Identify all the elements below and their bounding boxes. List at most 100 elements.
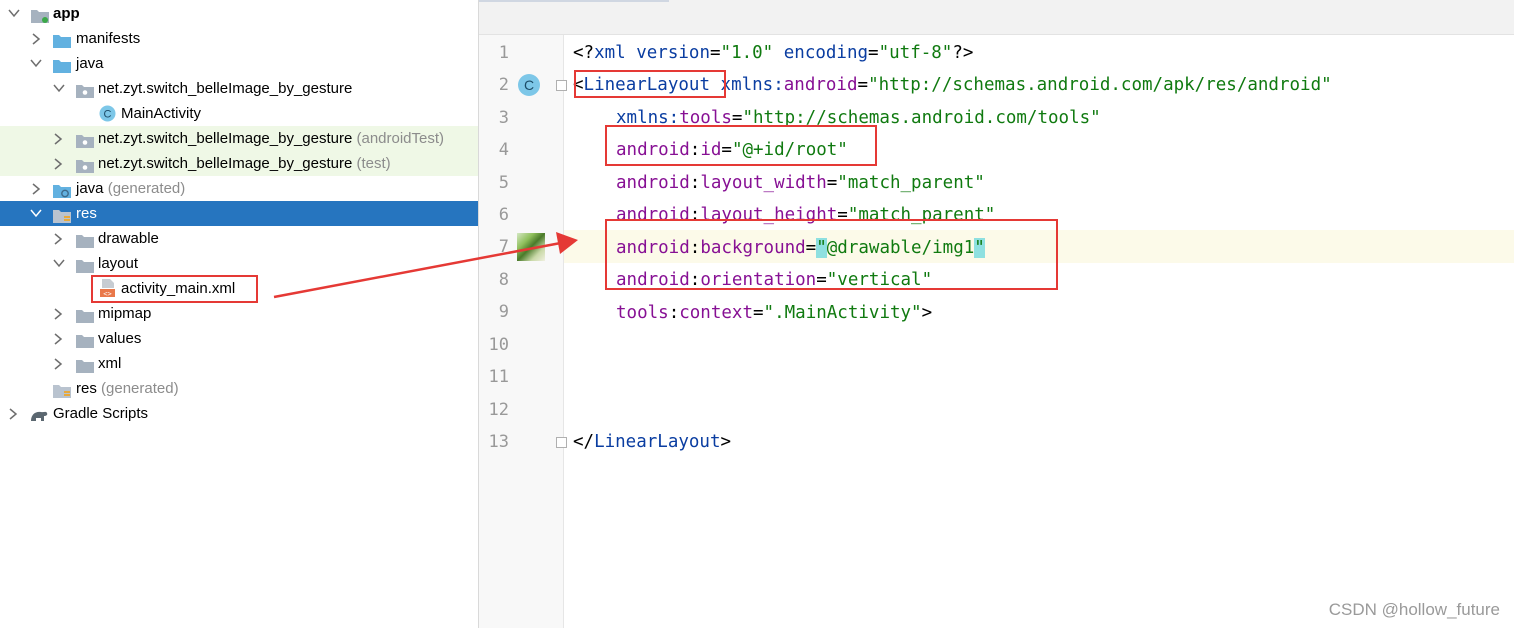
token: > <box>720 432 732 452</box>
class-icon: C <box>99 105 116 122</box>
tree-item-suffix: (androidTest) <box>352 130 445 147</box>
line-number: 4 <box>498 140 509 160</box>
tree-item-mainactivity[interactable]: C MainActivity <box>0 101 478 126</box>
line-number: 6 <box>498 205 509 225</box>
res-folder-icon <box>53 381 71 398</box>
gradle-icon <box>29 406 49 421</box>
chevron-down-icon[interactable] <box>53 76 65 101</box>
editor-tab-strip[interactable] <box>479 0 1514 35</box>
watermark: CSDN @hollow_future <box>1328 600 1500 619</box>
tree-item-label: java <box>76 180 104 197</box>
token: <? <box>573 43 595 63</box>
tree-item-values[interactable]: values <box>0 326 478 351</box>
tree-item-label: app <box>53 5 80 22</box>
chevron-down-icon[interactable] <box>30 201 42 226</box>
tree-item-label: net.zyt.switch_belleImage_by_gesture <box>98 80 353 97</box>
line-number: 11 <box>488 367 509 387</box>
highlight-box-background-orientation <box>605 219 1058 290</box>
image-preview-icon[interactable] <box>517 233 545 261</box>
line-number: 1 <box>498 43 509 63</box>
tree-item-label: mipmap <box>98 305 152 322</box>
tree-item-package-androidtest[interactable]: net.zyt.switch_belleImage_by_gesture (an… <box>0 126 478 151</box>
token: ".MainActivity" <box>763 303 922 323</box>
chevron-right-icon[interactable] <box>53 151 65 176</box>
chevron-down-icon[interactable] <box>8 1 20 26</box>
tree-item-label: Gradle Scripts <box>53 405 149 422</box>
token: = <box>826 173 838 193</box>
code-editor[interactable]: 1 2 3 4 5 6 7 8 9 10 11 12 13 C <?xml ve… <box>479 0 1514 628</box>
tree-item-xml[interactable]: xml <box>0 351 478 376</box>
code-line-13[interactable]: </LinearLayout> <box>573 426 731 459</box>
tree-item-res[interactable]: res <box>0 201 478 226</box>
chevron-right-icon[interactable] <box>53 126 65 151</box>
tree-item-java-generated[interactable]: java (generated) <box>0 176 478 201</box>
tree-item-label: MainActivity <box>121 105 202 122</box>
line-number: 3 <box>498 108 509 128</box>
tree-item-suffix: (test) <box>352 155 391 172</box>
tree-item-layout[interactable]: layout <box>0 251 478 276</box>
tree-item-package-main[interactable]: net.zyt.switch_belleImage_by_gesture <box>0 76 478 101</box>
tree-item-mipmap[interactable]: mipmap <box>0 301 478 326</box>
tree-item-package-test[interactable]: net.zyt.switch_belleImage_by_gesture (te… <box>0 151 478 176</box>
tree-item-label: net.zyt.switch_belleImage_by_gesture <box>98 155 353 172</box>
chevron-right-icon[interactable] <box>8 401 20 426</box>
line-number: 12 <box>488 400 509 420</box>
editor-tab-indicator <box>479 0 669 2</box>
chevron-right-icon[interactable] <box>53 326 65 351</box>
tree-item-gradle-scripts[interactable]: Gradle Scripts <box>0 401 478 426</box>
token: ?> <box>952 43 974 63</box>
line-number: 9 <box>498 302 509 322</box>
tree-item-label: net.zyt.switch_belleImage_by_gesture <box>98 130 353 147</box>
folder-icon <box>76 256 94 273</box>
folder-icon <box>53 56 71 73</box>
token: "match_parent" <box>837 173 985 193</box>
tree-item-label: layout <box>98 255 139 272</box>
highlight-box-linearlayout <box>574 70 726 98</box>
project-tree-panel: app manifests java net.zyt.switch_belleI… <box>0 0 479 628</box>
token: "1.0" <box>720 43 774 63</box>
chevron-right-icon[interactable] <box>53 301 65 326</box>
module-folder-icon <box>31 6 49 23</box>
token: > <box>921 303 933 323</box>
highlight-box-android-id <box>605 125 877 166</box>
generated-folder-icon <box>53 181 71 198</box>
code-line-5[interactable]: android:layout_width="match_parent" <box>616 167 985 200</box>
line-number: 5 <box>498 173 509 193</box>
editor-gutter: 1 2 3 4 5 6 7 8 9 10 11 12 13 C <box>479 35 567 628</box>
tree-item-drawable[interactable]: drawable <box>0 226 478 251</box>
token: = <box>753 303 764 323</box>
chevron-right-icon[interactable] <box>53 351 65 376</box>
tree-item-manifests[interactable]: manifests <box>0 26 478 51</box>
token: LinearLayout <box>594 432 721 452</box>
token: encoding <box>773 43 869 63</box>
token: xml <box>594 43 626 63</box>
code-line-9[interactable]: tools:context=".MainActivity"> <box>616 297 932 330</box>
tree-item-label: xml <box>98 355 122 372</box>
tree-item-label: values <box>98 330 142 347</box>
res-folder-icon <box>53 206 71 223</box>
tree-item-suffix: (generated) <box>103 180 186 197</box>
chevron-down-icon[interactable] <box>53 251 65 276</box>
code-line-1[interactable]: <?xml version="1.0" encoding="utf-8"?> <box>573 37 973 70</box>
chevron-right-icon[interactable] <box>53 226 65 251</box>
fold-marker-icon[interactable] <box>556 80 567 91</box>
tree-item-label: res <box>76 205 97 222</box>
chevron-right-icon[interactable] <box>31 26 43 51</box>
token: "http://schemas.android.com/apk/res/andr… <box>868 75 1332 95</box>
fold-marker-icon[interactable] <box>556 437 567 448</box>
folder-icon <box>76 331 94 348</box>
tree-item-java[interactable]: java <box>0 51 478 76</box>
chevron-down-icon[interactable] <box>30 51 42 76</box>
line-number: 8 <box>498 270 509 290</box>
tree-item-res-generated[interactable]: res (generated) <box>0 376 478 401</box>
token: "utf-8" <box>878 43 953 63</box>
folder-icon <box>76 231 94 248</box>
token: = <box>709 43 721 63</box>
token: version <box>625 43 710 63</box>
folder-icon <box>53 31 71 48</box>
tree-item-app[interactable]: app <box>0 1 478 26</box>
chevron-right-icon[interactable] <box>31 176 43 201</box>
tree-item-label: java <box>76 55 104 72</box>
tree-item-label: manifests <box>76 30 141 47</box>
class-gutter-badge[interactable]: C <box>518 74 540 96</box>
